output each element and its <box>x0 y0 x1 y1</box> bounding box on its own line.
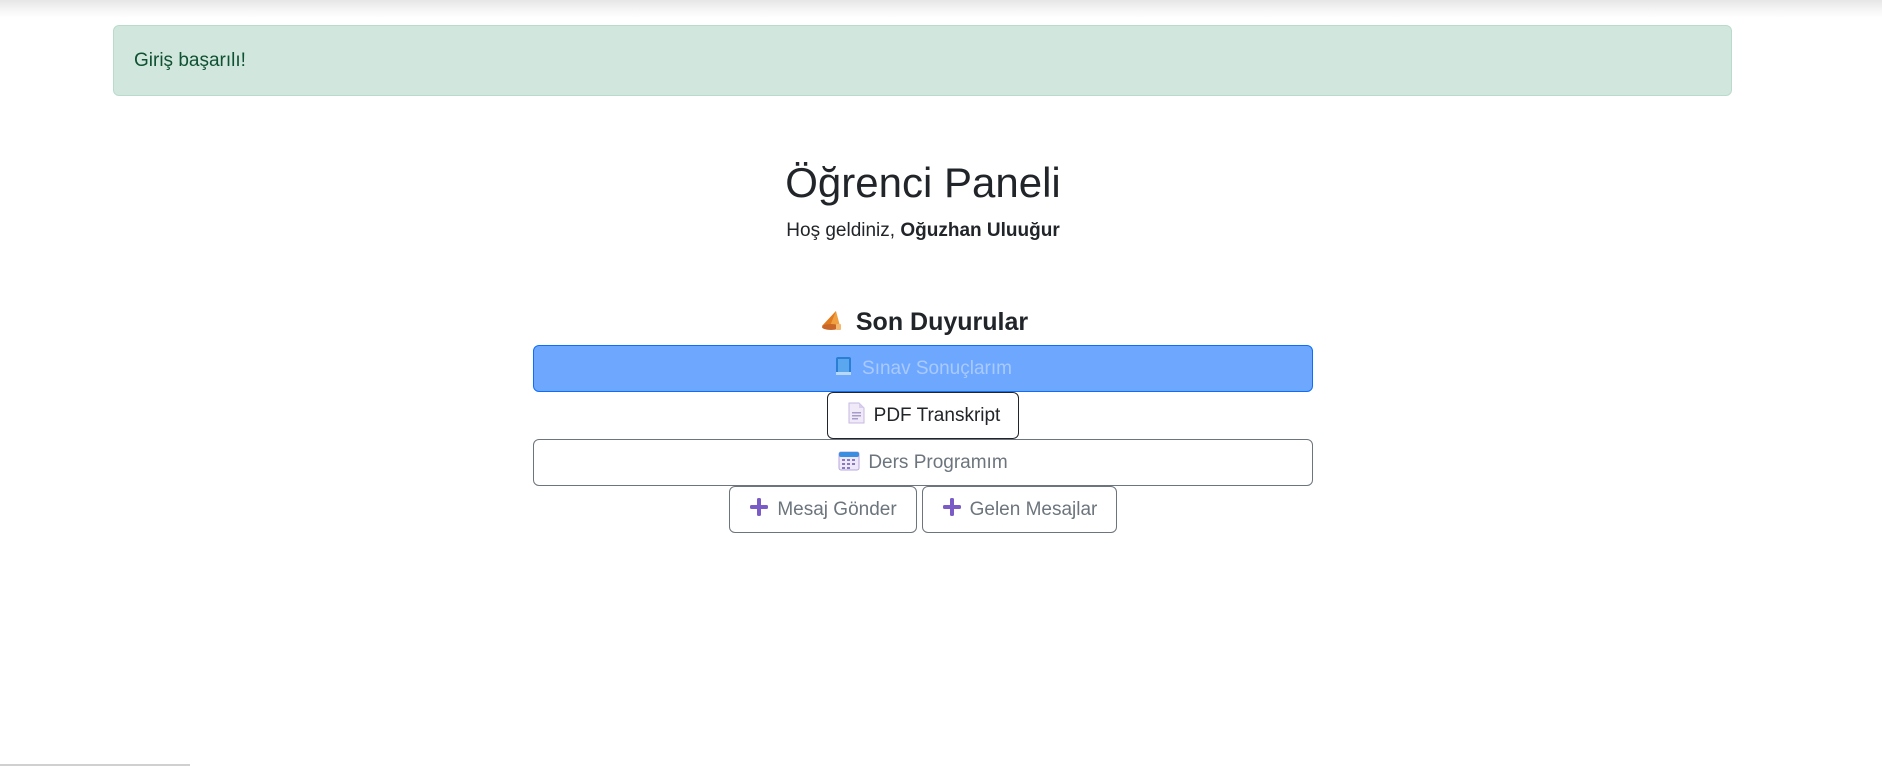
pdf-transcript-label: PDF Transkript <box>873 404 1001 426</box>
horizontal-scrollbar[interactable] <box>0 764 190 766</box>
calendar-icon <box>838 449 860 477</box>
announcements-heading: Son Duyurular <box>0 304 1846 344</box>
pdf-transcript-button[interactable]: PDF Transkript <box>827 392 1019 439</box>
plus-icon <box>942 497 962 523</box>
browser-top-shadow <box>0 0 1882 18</box>
document-icon <box>846 402 866 430</box>
send-message-button[interactable]: Mesaj Gönder <box>729 486 917 533</box>
announcements-label: Son Duyurular <box>855 308 1029 336</box>
welcome-prefix: Hoş geldiniz, <box>786 220 901 241</box>
user-name: Oğuzhan Uluuğur <box>900 220 1060 241</box>
schedule-button[interactable]: Ders Programım <box>533 439 1313 486</box>
inbox-button[interactable]: Gelen Mesajlar <box>922 486 1117 533</box>
book-icon <box>834 355 854 383</box>
exam-results-button[interactable]: Sınav Sonuçlarım <box>533 345 1313 392</box>
success-alert: Giriş başarılı! <box>113 25 1732 96</box>
schedule-label: Ders Programım <box>868 451 1008 473</box>
send-message-label: Mesaj Gönder <box>777 498 897 520</box>
megaphone-icon <box>818 306 846 344</box>
exam-results-label: Sınav Sonuçlarım <box>862 357 1012 379</box>
inbox-label: Gelen Mesajlar <box>969 498 1098 520</box>
welcome-text: Hoş geldiniz, Oğuzhan Uluuğur <box>0 217 1846 245</box>
plus-icon <box>749 497 769 523</box>
page-title: Öğrenci Paneli <box>785 159 1061 206</box>
alert-message: Giriş başarılı! <box>134 49 246 71</box>
